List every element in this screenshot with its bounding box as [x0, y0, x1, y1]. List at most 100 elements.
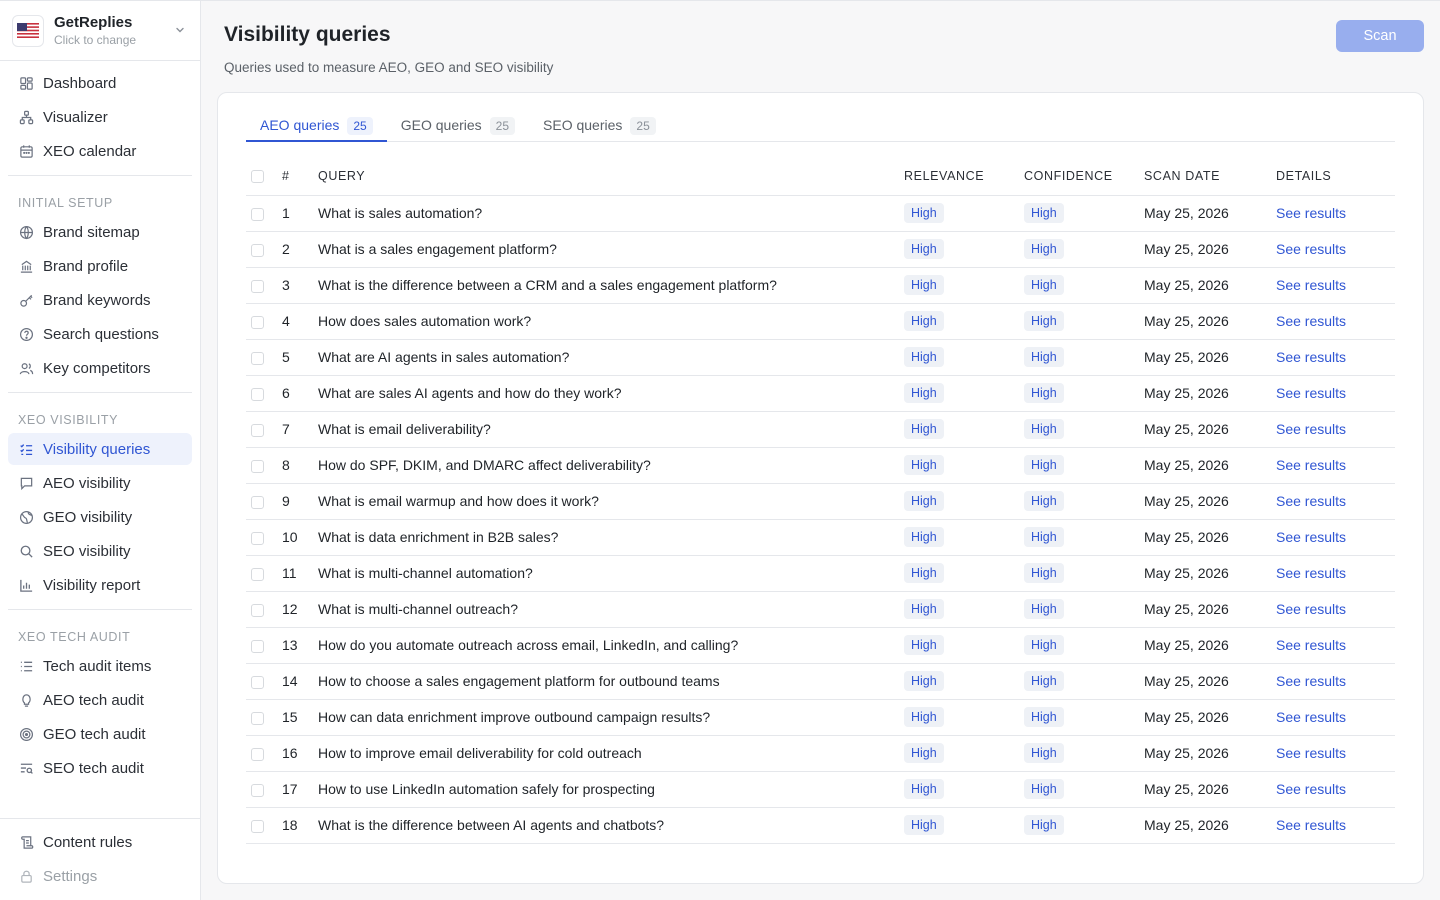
relevance-cell: High [904, 519, 1024, 556]
tab-label: AEO queries [260, 117, 340, 133]
sidebar-item-xeo-calendar[interactable]: XEO calendar [8, 135, 192, 167]
sidebar-item-search-questions[interactable]: Search questions [8, 318, 192, 350]
sidebar-item-visualizer[interactable]: Visualizer [8, 101, 192, 133]
tab-geo-queries[interactable]: GEO queries 25 [387, 113, 529, 142]
sidebar-item-content-rules[interactable]: Content rules [8, 826, 192, 858]
row-checkbox[interactable] [251, 243, 264, 257]
see-results-link[interactable]: See results [1276, 277, 1346, 293]
table-row: 5 What are AI agents in sales automation?… [246, 339, 1395, 376]
see-results-link[interactable]: See results [1276, 421, 1346, 437]
see-results-link[interactable]: See results [1276, 241, 1346, 257]
row-checkbox[interactable] [251, 675, 264, 689]
row-query: How do SPF, DKIM, and DMARC affect deliv… [318, 447, 904, 484]
sidebar-item-seo-visibility[interactable]: SEO visibility [8, 535, 192, 567]
row-query: What are AI agents in sales automation? [318, 339, 904, 376]
see-results-link[interactable]: See results [1276, 781, 1346, 797]
question-circle-icon [18, 326, 34, 342]
globe-icon [18, 224, 34, 240]
sidebar-item-settings[interactable]: Settings [8, 860, 192, 892]
confidence-cell: High [1024, 483, 1144, 520]
select-all-checkbox[interactable] [251, 169, 264, 183]
sidebar-item-brand-sitemap[interactable]: Brand sitemap [8, 216, 192, 248]
row-checkbox[interactable] [251, 639, 264, 653]
sidebar-item-dashboard[interactable]: Dashboard [8, 67, 192, 99]
row-checkbox[interactable] [251, 351, 264, 365]
see-results-link[interactable]: See results [1276, 349, 1346, 365]
workspace-switcher[interactable]: GetReplies Click to change [0, 1, 200, 61]
row-select-cell [246, 699, 282, 736]
see-results-link[interactable]: See results [1276, 817, 1346, 833]
row-checkbox[interactable] [251, 459, 264, 473]
sidebar-item-geo-tech-audit[interactable]: GEO tech audit [8, 718, 192, 750]
row-select-cell [246, 339, 282, 376]
sidebar-item-tech-audit-items[interactable]: Tech audit items [8, 650, 192, 682]
sidebar-item-aeo-tech-audit[interactable]: AEO tech audit [8, 684, 192, 716]
relevance-badge: High [904, 527, 944, 547]
sidebar-item-aeo-visibility[interactable]: AEO visibility [8, 467, 192, 499]
relevance-cell: High [904, 339, 1024, 376]
see-results-link[interactable]: See results [1276, 565, 1346, 581]
see-results-link[interactable]: See results [1276, 385, 1346, 401]
sidebar-item-brand-keywords[interactable]: Brand keywords [8, 284, 192, 316]
row-checkbox[interactable] [251, 711, 264, 725]
sidebar-item-seo-tech-audit[interactable]: SEO tech audit [8, 752, 192, 784]
see-results-link[interactable]: See results [1276, 673, 1346, 689]
row-select-cell [246, 627, 282, 664]
sidebar-item-key-competitors[interactable]: Key competitors [8, 352, 192, 384]
row-checkbox[interactable] [251, 387, 264, 401]
row-query: What is multi-channel automation? [318, 555, 904, 592]
sidebar-item-visibility-queries[interactable]: Visibility queries [8, 433, 192, 465]
see-results-link[interactable]: See results [1276, 313, 1346, 329]
row-number: 2 [282, 231, 318, 268]
table-row: 11 What is multi-channel automation? High H… [246, 555, 1395, 592]
page-subtitle: Queries used to measure AEO, GEO and SEO… [224, 60, 554, 75]
sidebar-item-visibility-report[interactable]: Visibility report [8, 569, 192, 601]
row-number: 14 [282, 663, 318, 700]
scan-button[interactable]: Scan [1336, 20, 1424, 52]
relevance-badge: High [904, 707, 944, 727]
sidebar-item-geo-visibility[interactable]: GEO visibility [8, 501, 192, 533]
row-checkbox[interactable] [251, 495, 264, 509]
row-checkbox[interactable] [251, 747, 264, 761]
row-checkbox[interactable] [251, 531, 264, 545]
see-results-link[interactable]: See results [1276, 457, 1346, 473]
row-checkbox[interactable] [251, 819, 264, 833]
row-checkbox[interactable] [251, 207, 264, 221]
row-number: 6 [282, 375, 318, 412]
see-results-link[interactable]: See results [1276, 637, 1346, 653]
relevance-cell: High [904, 555, 1024, 592]
see-results-link[interactable]: See results [1276, 745, 1346, 761]
search-icon [18, 543, 34, 559]
sidebar-item-label: Visualizer [43, 108, 108, 126]
table-row: 14 How to choose a sales engagement platf… [246, 663, 1395, 700]
row-checkbox[interactable] [251, 567, 264, 581]
see-results-link[interactable]: See results [1276, 493, 1346, 509]
tab-seo-queries[interactable]: SEO queries 25 [529, 113, 670, 142]
row-number: 10 [282, 519, 318, 556]
row-number: 7 [282, 411, 318, 448]
tab-count-badge: 25 [630, 117, 656, 135]
row-number: 15 [282, 699, 318, 736]
row-checkbox[interactable] [251, 423, 264, 437]
queries-table-container[interactable]: # QUERY RELEVANCE CONFIDENCE SCAN DATE D… [246, 157, 1395, 855]
key-icon [18, 292, 34, 308]
relevance-badge: High [904, 275, 944, 295]
row-query: What is a sales engagement platform? [318, 231, 904, 268]
sidebar-item-brand-profile[interactable]: Brand profile [8, 250, 192, 282]
row-checkbox[interactable] [251, 783, 264, 797]
row-checkbox[interactable] [251, 315, 264, 329]
tab-aeo-queries[interactable]: AEO queries 25 [246, 113, 387, 142]
row-checkbox[interactable] [251, 279, 264, 293]
row-query: How to use LinkedIn automation safely fo… [318, 771, 904, 808]
queries-card: AEO queries 25 GEO queries 25 SEO queries 25 … [217, 92, 1424, 884]
row-query: How to improve email deliverability for … [318, 735, 904, 772]
see-results-link[interactable]: See results [1276, 529, 1346, 545]
sidebar-item-label: Visibility queries [43, 440, 151, 458]
row-number: 18 [282, 807, 318, 844]
details-cell: See results [1276, 771, 1395, 808]
see-results-link[interactable]: See results [1276, 205, 1346, 221]
row-checkbox[interactable] [251, 603, 264, 617]
see-results-link[interactable]: See results [1276, 709, 1346, 725]
see-results-link[interactable]: See results [1276, 601, 1346, 617]
tab-count-badge: 25 [347, 117, 373, 135]
